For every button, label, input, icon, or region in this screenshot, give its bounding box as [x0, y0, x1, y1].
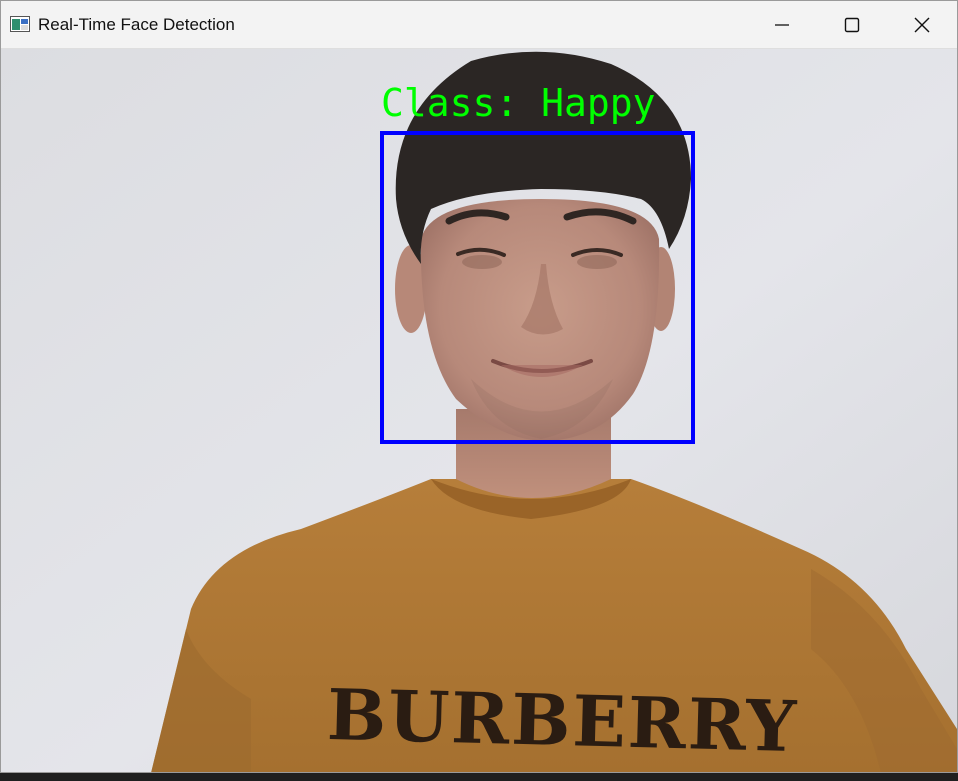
minimize-icon — [775, 23, 789, 26]
maximize-button[interactable] — [817, 1, 887, 48]
detection-overlay: Class: Happy BURBERRY — [1, 49, 957, 772]
app-window: Real-Time Face Detection Class: Happy BU… — [0, 0, 958, 773]
window-title: Real-Time Face Detection — [38, 15, 235, 34]
title-bar[interactable]: Real-Time Face Detection — [1, 1, 957, 49]
emotion-class-label: Class: Happy — [381, 81, 656, 125]
desktop-strip — [0, 773, 958, 781]
video-frame: Class: Happy BURBERRY — [1, 49, 957, 772]
close-button[interactable] — [887, 1, 957, 48]
shirt-print-text: BURBERRY — [326, 672, 800, 769]
app-icon — [10, 16, 30, 32]
close-icon — [914, 17, 930, 32]
maximize-icon — [844, 17, 860, 32]
face-bounding-box — [380, 131, 695, 444]
minimize-button[interactable] — [747, 1, 817, 48]
